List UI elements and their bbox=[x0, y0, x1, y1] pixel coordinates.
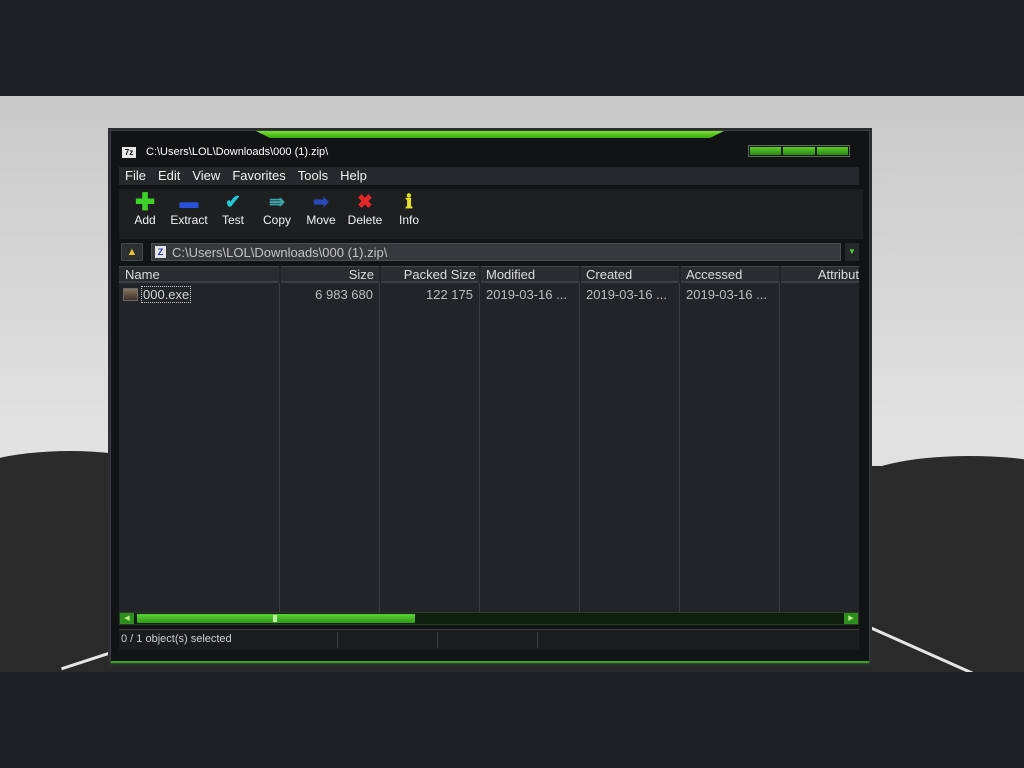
menu-view[interactable]: View bbox=[186, 167, 226, 185]
column-header-attributes[interactable]: Attribut bbox=[781, 266, 859, 283]
status-bar: 0 / 1 object(s) selected bbox=[119, 629, 859, 650]
window-accent-bottom bbox=[111, 661, 869, 663]
zip-archive-icon: Z bbox=[155, 246, 166, 258]
file-packed-size-cell: 122 175 bbox=[426, 287, 473, 302]
scrollbar-thumb[interactable] bbox=[137, 614, 415, 623]
column-header-name[interactable]: Name bbox=[119, 266, 279, 283]
minimize-button[interactable] bbox=[750, 147, 782, 155]
test-label: Test bbox=[221, 213, 244, 227]
close-button[interactable] bbox=[816, 147, 848, 155]
column-header-accessed[interactable]: Accessed bbox=[681, 266, 779, 283]
column-header-packed-size[interactable]: Packed Size bbox=[381, 266, 479, 283]
hill-right bbox=[860, 456, 1024, 506]
exe-file-icon bbox=[123, 288, 138, 301]
info-icon: ℹ bbox=[405, 192, 413, 213]
horizontal-scrollbar[interactable]: ◀ ▶ bbox=[119, 612, 859, 625]
column-divider bbox=[479, 283, 480, 612]
test-button[interactable]: ✔ Test bbox=[211, 189, 255, 239]
menu-bar: File Edit View Favorites Tools Help bbox=[119, 167, 859, 185]
toolbar: ✚ Add ▬ Extract ✔ Test ⇛ Copy ➡ Move ✖ D… bbox=[119, 189, 863, 239]
plus-icon: ✚ bbox=[134, 189, 156, 216]
file-accessed-cell: 2019-03-16 ... bbox=[686, 287, 767, 302]
arrow-right-icon: ➡ bbox=[313, 192, 329, 213]
move-label: Move bbox=[306, 213, 336, 227]
checkmark-icon: ✔ bbox=[225, 192, 241, 213]
window-title: C:\Users\LOL\Downloads\000 (1).zip\ bbox=[146, 146, 329, 158]
column-divider bbox=[379, 283, 380, 612]
copy-label: Copy bbox=[262, 213, 291, 227]
selection-status: 0 / 1 object(s) selected bbox=[121, 633, 232, 645]
menu-file[interactable]: File bbox=[119, 167, 152, 185]
menu-help[interactable]: Help bbox=[334, 167, 373, 185]
archive-window: 7z C:\Users\LOL\Downloads\000 (1).zip\ F… bbox=[110, 130, 870, 664]
chevron-down-icon[interactable]: ▼ bbox=[845, 243, 859, 261]
column-header-created[interactable]: Created bbox=[581, 266, 679, 283]
info-button[interactable]: ℹ Info bbox=[387, 189, 431, 239]
minus-icon: ▬ bbox=[179, 192, 199, 213]
menu-tools[interactable]: Tools bbox=[292, 167, 334, 185]
column-divider bbox=[779, 283, 780, 612]
file-created-cell: 2019-03-16 ... bbox=[586, 287, 667, 302]
window-controls bbox=[748, 145, 850, 157]
file-list[interactable]: Name Size Packed Size Modified Created A… bbox=[119, 266, 859, 612]
double-arrow-icon: ⇛ bbox=[269, 192, 285, 213]
column-divider bbox=[279, 283, 280, 612]
move-button[interactable]: ➡ Move bbox=[299, 189, 343, 239]
info-label: Info bbox=[398, 213, 419, 227]
7zip-app-icon: 7z bbox=[122, 147, 136, 158]
window-accent-top bbox=[256, 131, 724, 138]
scroll-right-button[interactable]: ▶ bbox=[844, 613, 858, 624]
file-name-cell[interactable]: 000.exe bbox=[141, 286, 192, 303]
scroll-left-button[interactable]: ◀ bbox=[120, 613, 134, 624]
copy-button[interactable]: ⇛ Copy bbox=[255, 189, 299, 239]
title-bar[interactable]: 7z C:\Users\LOL\Downloads\000 (1).zip\ bbox=[119, 143, 859, 163]
column-divider bbox=[579, 283, 580, 612]
extract-button[interactable]: ▬ Extract bbox=[167, 189, 211, 239]
file-modified-cell: 2019-03-16 ... bbox=[486, 287, 567, 302]
status-divider bbox=[437, 632, 438, 648]
folder-up-icon[interactable]: ▲ bbox=[121, 243, 143, 261]
delete-label: Delete bbox=[347, 213, 383, 227]
scrollbar-grip bbox=[273, 615, 277, 622]
menu-favorites[interactable]: Favorites bbox=[226, 167, 291, 185]
x-icon: ✖ bbox=[357, 192, 373, 213]
address-bar: ▲ Z C:\Users\LOL\Downloads\000 (1).zip\ … bbox=[119, 242, 859, 262]
status-divider bbox=[537, 632, 538, 648]
status-divider bbox=[337, 632, 338, 648]
maximize-button[interactable] bbox=[783, 147, 815, 155]
add-button[interactable]: ✚ Add bbox=[123, 189, 167, 239]
address-input[interactable]: Z C:\Users\LOL\Downloads\000 (1).zip\ bbox=[151, 243, 841, 261]
desktop-bottom-band bbox=[0, 672, 1024, 768]
extract-label: Extract bbox=[170, 213, 208, 227]
delete-button[interactable]: ✖ Delete bbox=[343, 189, 387, 239]
column-header-modified[interactable]: Modified bbox=[481, 266, 579, 283]
column-divider bbox=[679, 283, 680, 612]
column-header-size[interactable]: Size bbox=[281, 266, 379, 283]
add-label: Add bbox=[134, 213, 156, 227]
menu-edit[interactable]: Edit bbox=[152, 167, 186, 185]
address-path: C:\Users\LOL\Downloads\000 (1).zip\ bbox=[172, 245, 388, 260]
file-size-cell: 6 983 680 bbox=[315, 287, 373, 302]
